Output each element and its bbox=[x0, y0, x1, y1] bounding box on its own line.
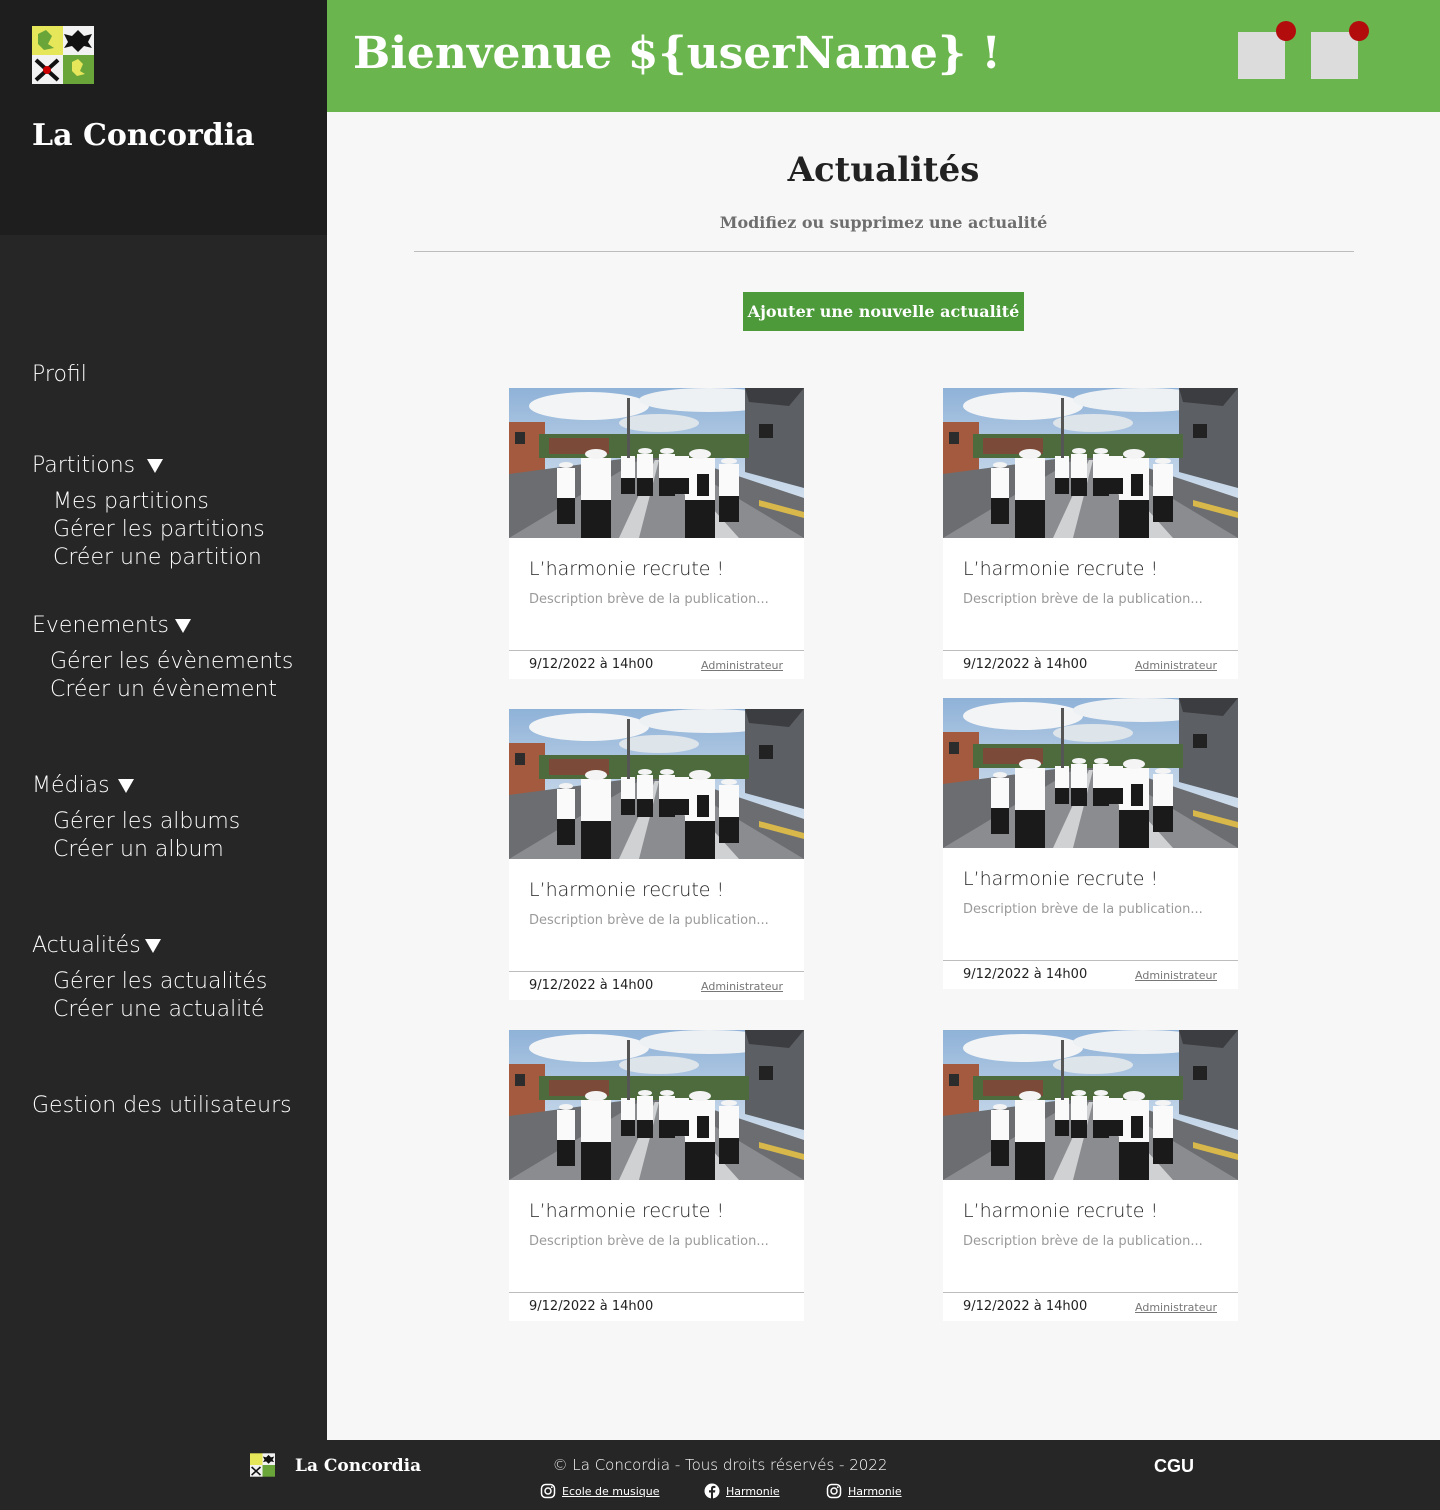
news-card[interactable]: L’harmonie recrute ! Description brève d… bbox=[509, 1030, 804, 1321]
footer-link-harmonie-facebook[interactable]: Harmonie bbox=[704, 1483, 780, 1499]
news-title: L’harmonie recrute ! bbox=[529, 558, 725, 580]
sidebar-subitem-creer-album[interactable]: Créer un album bbox=[53, 836, 224, 864]
card-divider bbox=[943, 1292, 1238, 1293]
sidebar-item-actualites[interactable]: Actualités bbox=[32, 933, 161, 958]
sidebar-item-label: Partitions bbox=[32, 453, 136, 478]
welcome-title: Bienvenue ${userName} ! bbox=[353, 28, 1001, 79]
news-description: Description brève de la publication... bbox=[963, 592, 1203, 607]
news-description: Description brève de la publication... bbox=[529, 592, 769, 607]
news-photo bbox=[509, 709, 804, 859]
news-photo bbox=[943, 388, 1238, 538]
top-header: Bienvenue ${userName} ! bbox=[327, 0, 1440, 112]
card-divider bbox=[509, 1292, 804, 1293]
news-date: 9/12/2022 à 14h00 bbox=[963, 657, 1088, 672]
instagram-icon bbox=[540, 1483, 556, 1499]
news-card[interactable]: L’harmonie recrute ! Description brève d… bbox=[943, 1030, 1238, 1321]
footer: La Concordia © La Concordia - Tous droit… bbox=[0, 1440, 1440, 1510]
news-author-link[interactable]: Administrateur bbox=[701, 659, 783, 672]
footer-link-ecole-musique[interactable]: Ecole de musique bbox=[540, 1483, 660, 1499]
news-description: Description brève de la publication... bbox=[529, 913, 769, 928]
news-description: Description brève de la publication... bbox=[529, 1234, 769, 1249]
sidebar-item-profil[interactable]: Profil bbox=[32, 362, 87, 387]
footer-link-harmonie-instagram[interactable]: Harmonie bbox=[826, 1483, 902, 1499]
news-date: 9/12/2022 à 14h00 bbox=[963, 1299, 1088, 1314]
page-subtitle: Modifiez ou supprimez une actualité bbox=[719, 213, 1048, 232]
footer-link-label: Harmonie bbox=[848, 1484, 902, 1498]
notification-badge-dot bbox=[1276, 21, 1296, 41]
news-author-link[interactable]: Administrateur bbox=[701, 980, 783, 993]
sidebar-item-medias[interactable]: Médias bbox=[32, 773, 134, 798]
coat-of-arms-logo bbox=[32, 26, 94, 84]
news-date: 9/12/2022 à 14h00 bbox=[529, 657, 654, 672]
triangle-down-icon bbox=[174, 619, 191, 633]
sidebar-item-gestion-utilisateurs[interactable]: Gestion des utilisateurs bbox=[32, 1093, 292, 1118]
sidebar-subitem-creer-evenement[interactable]: Créer un évènement bbox=[50, 676, 277, 704]
news-description: Description brève de la publication... bbox=[963, 902, 1203, 917]
news-date: 9/12/2022 à 14h00 bbox=[963, 967, 1088, 982]
news-title: L’harmonie recrute ! bbox=[963, 868, 1159, 890]
page-title: Actualités bbox=[787, 150, 980, 190]
sidebar-item-partitions[interactable]: Partitions bbox=[32, 453, 164, 478]
news-description: Description brève de la publication... bbox=[963, 1234, 1203, 1249]
instagram-icon bbox=[826, 1483, 842, 1499]
news-card[interactable]: L’harmonie recrute ! Description brève d… bbox=[943, 388, 1238, 679]
card-divider bbox=[509, 971, 804, 972]
triangle-down-icon bbox=[144, 939, 161, 953]
card-divider bbox=[509, 650, 804, 651]
news-title: L’harmonie recrute ! bbox=[963, 1200, 1159, 1222]
notification-button[interactable] bbox=[1238, 21, 1296, 79]
sidebar-subitem-creer-actualite[interactable]: Créer une actualité bbox=[53, 996, 264, 1024]
sidebar-subitem-creer-partition[interactable]: Créer une partition bbox=[53, 544, 262, 572]
sidebar-subitem-gerer-albums[interactable]: Gérer les albums bbox=[53, 808, 240, 836]
news-photo bbox=[509, 1030, 804, 1180]
divider bbox=[414, 251, 1354, 252]
card-divider bbox=[943, 960, 1238, 961]
footer-link-label: Harmonie bbox=[726, 1484, 780, 1498]
news-author-link[interactable]: Administrateur bbox=[1135, 659, 1217, 672]
news-photo bbox=[943, 1030, 1238, 1180]
news-photo bbox=[509, 388, 804, 538]
news-card[interactable]: L’harmonie recrute ! Description brève d… bbox=[943, 698, 1238, 989]
footer-link-label: Ecole de musique bbox=[562, 1484, 660, 1498]
add-news-button[interactable]: Ajouter une nouvelle actualité bbox=[743, 292, 1024, 331]
triangle-down-icon bbox=[147, 459, 164, 473]
news-title: L’harmonie recrute ! bbox=[963, 558, 1159, 580]
news-date: 9/12/2022 à 14h00 bbox=[529, 1299, 654, 1314]
sidebar-item-label: Médias bbox=[32, 773, 110, 798]
news-photo bbox=[943, 698, 1238, 848]
sidebar-subitem-mes-partitions[interactable]: Mes partitions bbox=[53, 488, 209, 516]
footer-copyright: © La Concordia - Tous droits réservés - … bbox=[552, 1456, 888, 1474]
notification-badge-dot bbox=[1349, 21, 1369, 41]
card-divider bbox=[943, 650, 1238, 651]
sidebar-item-label: Actualités bbox=[32, 933, 141, 958]
news-date: 9/12/2022 à 14h00 bbox=[529, 978, 654, 993]
news-card[interactable]: L’harmonie recrute ! Description brève d… bbox=[509, 388, 804, 679]
sidebar-subitem-gerer-partitions[interactable]: Gérer les partitions bbox=[53, 516, 265, 544]
facebook-icon bbox=[704, 1483, 720, 1499]
sidebar-item-label: Evenements bbox=[32, 613, 169, 638]
news-author-link[interactable]: Administrateur bbox=[1135, 1301, 1217, 1314]
news-author-link[interactable]: Administrateur bbox=[1135, 969, 1217, 982]
sidebar-subitem-gerer-evenements[interactable]: Gérer les évènements bbox=[50, 648, 293, 676]
news-title: L’harmonie recrute ! bbox=[529, 879, 725, 901]
sidebar: La Concordia Profil Partitions Mes parti… bbox=[0, 0, 327, 1440]
triangle-down-icon bbox=[117, 779, 134, 793]
sidebar-item-evenements[interactable]: Evenements bbox=[32, 613, 191, 638]
news-card[interactable]: L’harmonie recrute ! Description brève d… bbox=[509, 709, 804, 1000]
news-title: L’harmonie recrute ! bbox=[529, 1200, 725, 1222]
account-button[interactable] bbox=[1311, 21, 1369, 79]
sidebar-brand: La Concordia bbox=[32, 118, 255, 153]
cgu-link[interactable]: CGU bbox=[1154, 1456, 1194, 1477]
sidebar-subitem-gerer-actualites[interactable]: Gérer les actualités bbox=[53, 968, 267, 996]
